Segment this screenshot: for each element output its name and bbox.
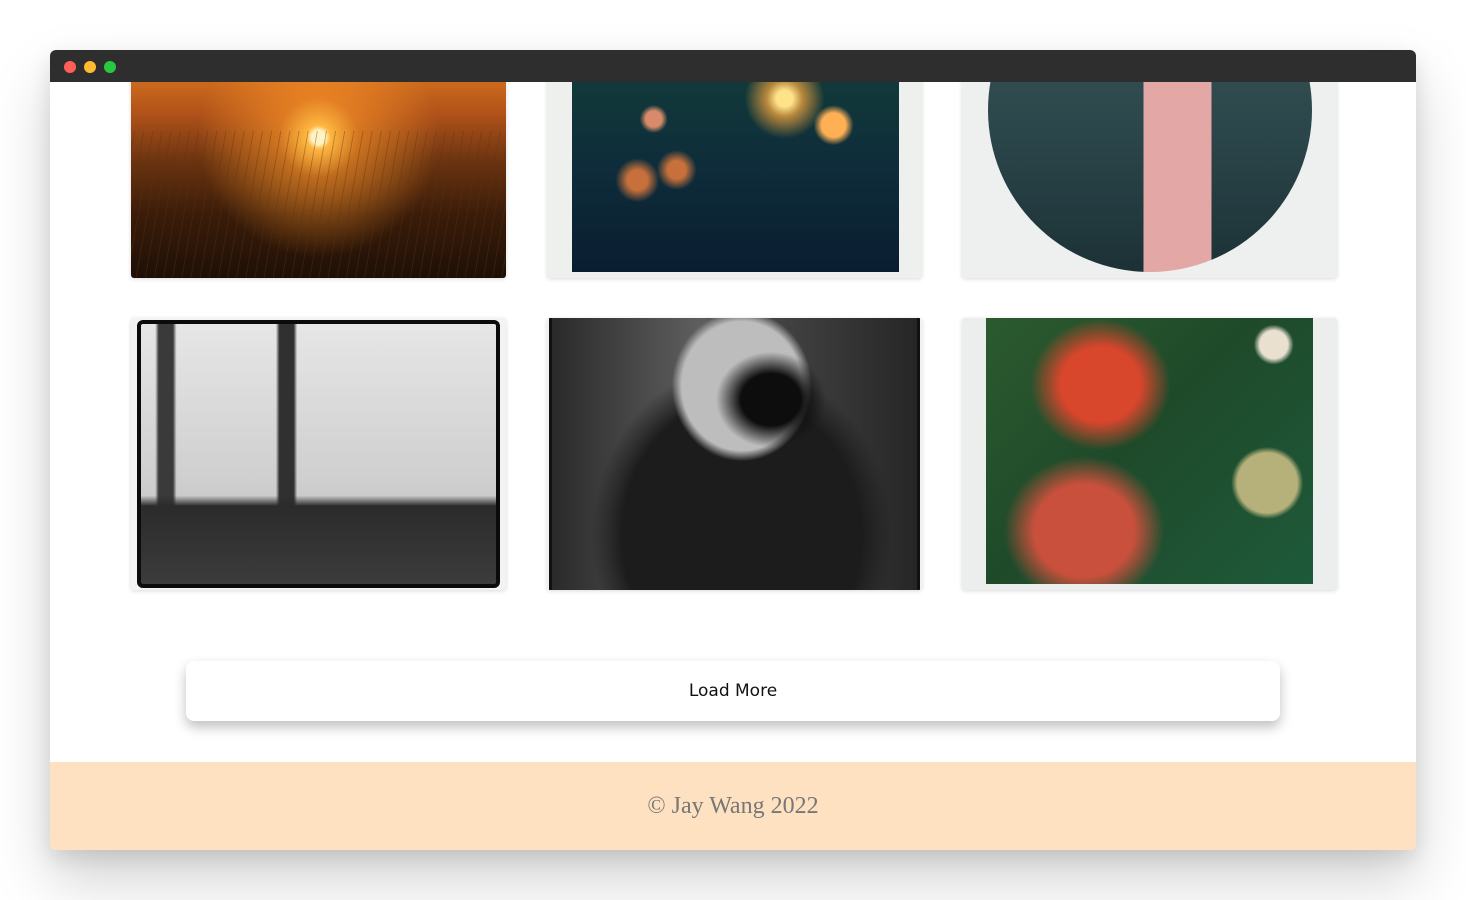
gallery-page: Load More bbox=[50, 82, 1416, 762]
photo-image bbox=[988, 82, 1312, 272]
minimize-window-button[interactable] bbox=[84, 61, 96, 73]
browser-window: Load More © Jay Wang 2022 bbox=[50, 50, 1416, 850]
gallery-photo-bw-trees[interactable] bbox=[131, 318, 506, 590]
window-titlebar bbox=[50, 50, 1416, 82]
photo-image bbox=[572, 82, 899, 272]
photo-image bbox=[137, 320, 500, 588]
photo-image bbox=[549, 318, 920, 590]
load-more-button[interactable]: Load More bbox=[186, 661, 1280, 721]
footer-copyright: © Jay Wang 2022 bbox=[647, 792, 819, 819]
maximize-window-button[interactable] bbox=[104, 61, 116, 73]
close-window-button[interactable] bbox=[64, 61, 76, 73]
page-footer: © Jay Wang 2022 bbox=[50, 762, 1416, 850]
gallery-photo-bokeh-flowers[interactable] bbox=[547, 82, 922, 278]
gallery-photo-bw-portrait[interactable] bbox=[547, 318, 922, 590]
gallery-photo-sunset[interactable] bbox=[131, 82, 506, 278]
photo-image bbox=[131, 82, 506, 278]
photo-image bbox=[986, 318, 1313, 584]
gallery-photo-circle-shadow[interactable] bbox=[962, 82, 1337, 278]
gallery-photo-color-double-exposure[interactable] bbox=[962, 318, 1337, 590]
